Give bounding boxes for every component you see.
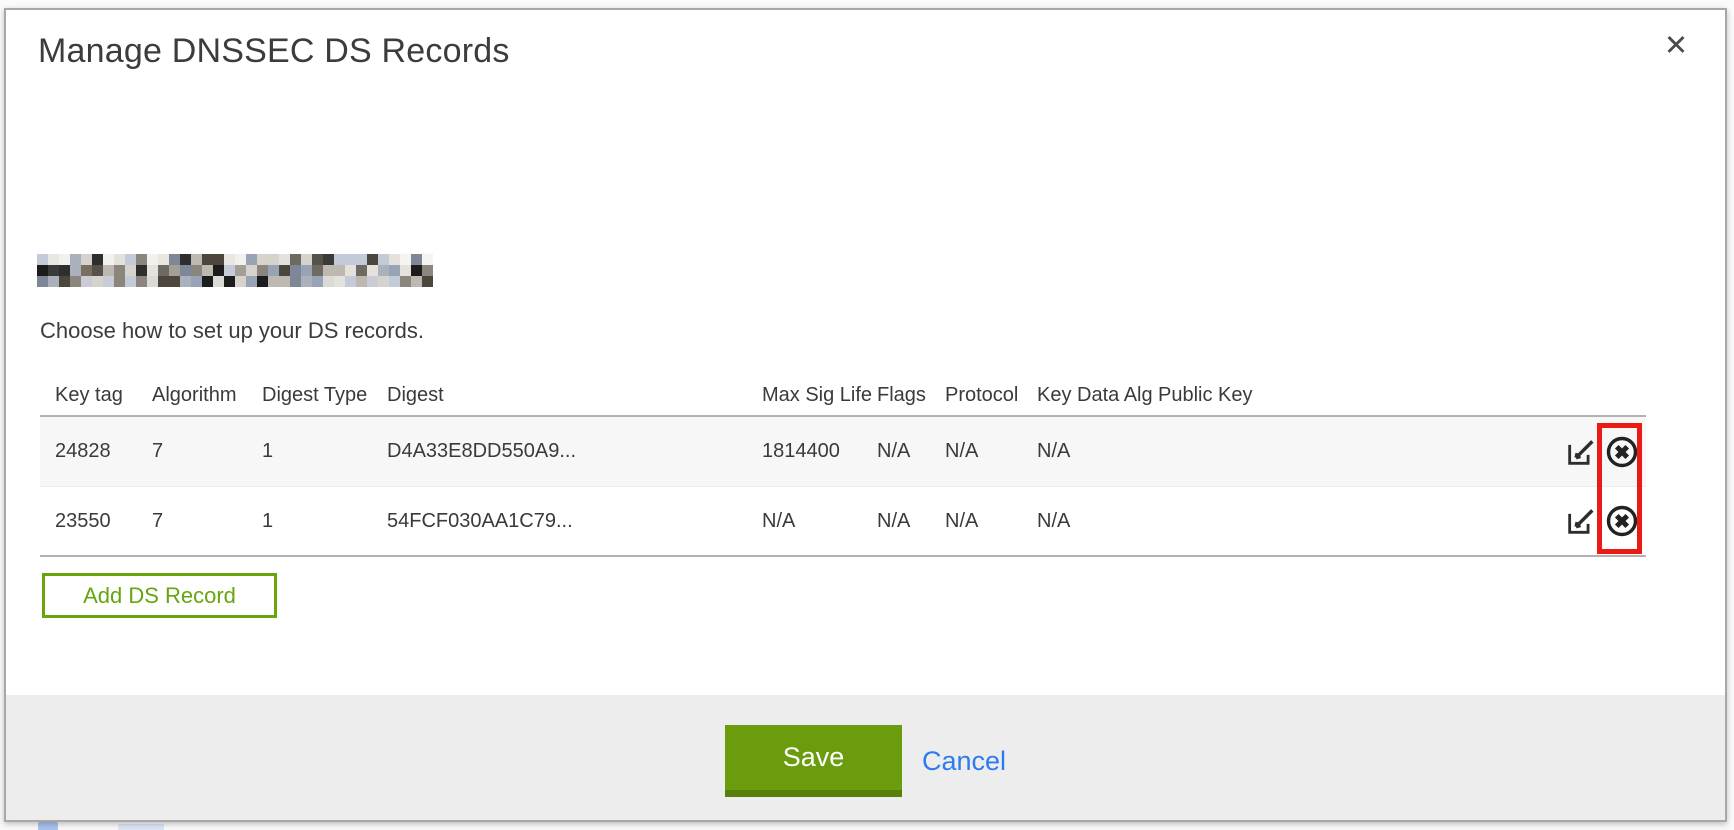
ds-records-table: Key tag Algorithm Digest Type Digest Max… — [40, 375, 1646, 557]
col-header-protocol: Protocol — [945, 384, 1037, 407]
cell-digest: 54FCF030AA1C79... — [387, 510, 762, 533]
col-header-algorithm: Algorithm — [152, 384, 262, 407]
col-header-digest-type: Digest Type — [262, 384, 387, 407]
cell-flags: N/A — [877, 440, 945, 463]
page-behind-decoration — [38, 822, 58, 830]
col-header-digest: Digest — [387, 384, 762, 407]
cell-digest-type: 1 — [262, 510, 387, 533]
close-icon[interactable]: ✕ — [1656, 26, 1696, 66]
cell-max-sig-life: 1814400 — [762, 440, 877, 463]
cell-protocol: N/A — [945, 440, 1037, 463]
cell-flags: N/A — [877, 510, 945, 533]
cell-algorithm: 7 — [152, 440, 262, 463]
page-title: Manage DNSSEC DS Records — [38, 32, 510, 71]
cell-max-sig-life: N/A — [762, 510, 877, 533]
cell-key-data-alg: N/A — [1037, 440, 1158, 463]
delete-record-icon[interactable] — [1603, 433, 1641, 471]
cell-key-tag: 23550 — [55, 510, 152, 533]
manage-dnssec-modal: Manage DNSSEC DS Records ✕ Choose how to… — [4, 8, 1727, 822]
cell-digest: D4A33E8DD550A9... — [387, 440, 762, 463]
col-header-public-key: Public Key — [1158, 384, 1562, 407]
cell-key-tag: 24828 — [55, 440, 152, 463]
table-row: 23550 7 1 54FCF030AA1C79... N/A N/A N/A … — [40, 487, 1646, 557]
cell-digest-type: 1 — [262, 440, 387, 463]
add-ds-record-button[interactable]: Add DS Record — [42, 573, 277, 618]
table-header-row: Key tag Algorithm Digest Type Digest Max… — [40, 375, 1646, 417]
cell-algorithm: 7 — [152, 510, 262, 533]
cancel-link[interactable]: Cancel — [922, 745, 1006, 777]
domain-name-redacted — [37, 254, 433, 287]
col-header-key-tag: Key tag — [55, 384, 152, 407]
delete-record-icon[interactable] — [1603, 502, 1641, 540]
cell-protocol: N/A — [945, 510, 1037, 533]
table-row: 24828 7 1 D4A33E8DD550A9... 1814400 N/A … — [40, 417, 1646, 487]
save-button[interactable]: Save — [725, 725, 902, 797]
edit-record-icon[interactable] — [1562, 502, 1600, 540]
col-header-max-sig-life: Max Sig Life — [762, 384, 877, 407]
page-behind-decoration — [118, 824, 164, 830]
instruction-text: Choose how to set up your DS records. — [40, 318, 424, 344]
edit-record-icon[interactable] — [1562, 433, 1600, 471]
col-header-flags: Flags — [877, 384, 945, 407]
col-header-key-data-alg: Key Data Alg — [1037, 384, 1158, 407]
cell-key-data-alg: N/A — [1037, 510, 1158, 533]
